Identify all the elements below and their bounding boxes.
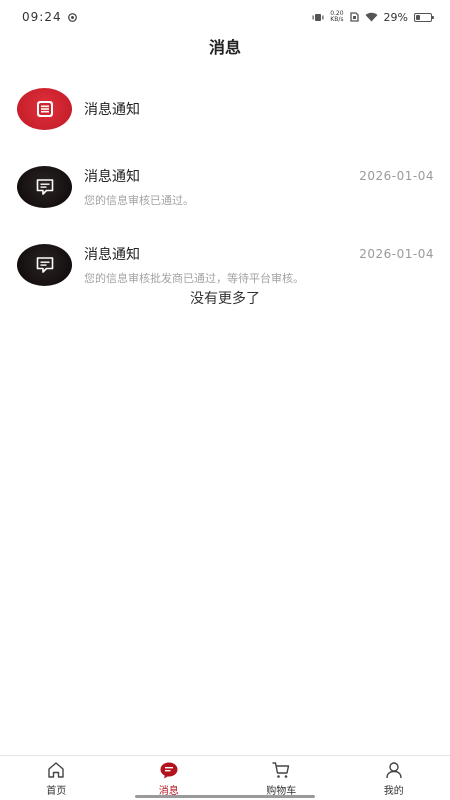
avatar [17,244,72,286]
list-end-text: 没有更多了 [190,291,260,307]
tab-cart[interactable]: 购物车 [225,756,338,800]
battery-percent: 29% [383,10,408,24]
message-preview: 您的信息审核已通过。 [84,194,194,207]
location-icon [67,12,77,22]
chat-bubble-icon [36,257,53,273]
cart-icon [272,761,290,778]
tab-home[interactable]: 首页 [0,756,113,800]
user-icon [386,761,402,778]
avatar [17,166,72,208]
message-list: 消息通知 消息通知 2026-01-04 您的信息审核已通过。 消息通知 202… [0,74,450,300]
page-title: 消息 [208,38,241,57]
bottom-tabbar: 首页 消息 购物车 我的 [0,755,450,800]
message-title: 消息通知 [84,169,140,185]
wifi-icon [365,12,378,22]
message-title: 消息通知 [84,102,140,118]
tab-label: 我的 [383,785,404,797]
notification-list-icon [36,101,53,117]
messages-page: 09:24 0.20 KB/s 29% 消息 消息通知 消息通知 2026-01… [0,0,450,800]
battery-icon [414,12,434,22]
tab-label: 首页 [46,785,67,797]
battery-fill [416,14,420,20]
message-date: 2026-01-04 [359,247,434,261]
tab-profile[interactable]: 我的 [338,756,450,800]
sim-icon [349,12,359,22]
message-date: 2026-01-04 [359,169,434,183]
net-speed: 0.20 KB/s [330,11,343,23]
message-title: 消息通知 [84,247,140,263]
tab-messages[interactable]: 消息 [113,756,226,800]
status-bar: 09:24 0.20 KB/s 29% [0,0,450,34]
list-item[interactable]: 消息通知 [0,74,450,144]
avatar [17,88,72,130]
net-speed-unit: KB/s [330,16,344,23]
status-time: 09:24 [22,10,62,24]
list-item[interactable]: 消息通知 2026-01-04 您的信息审核已通过。 [0,152,450,222]
vibrate-icon [312,13,324,21]
chat-bubble-icon [36,179,53,195]
message-icon [160,762,178,778]
home-icon [48,761,64,778]
home-indicator [135,795,315,798]
message-preview: 您的信息审核批发商已通过，等待平台审核。 [84,272,304,285]
